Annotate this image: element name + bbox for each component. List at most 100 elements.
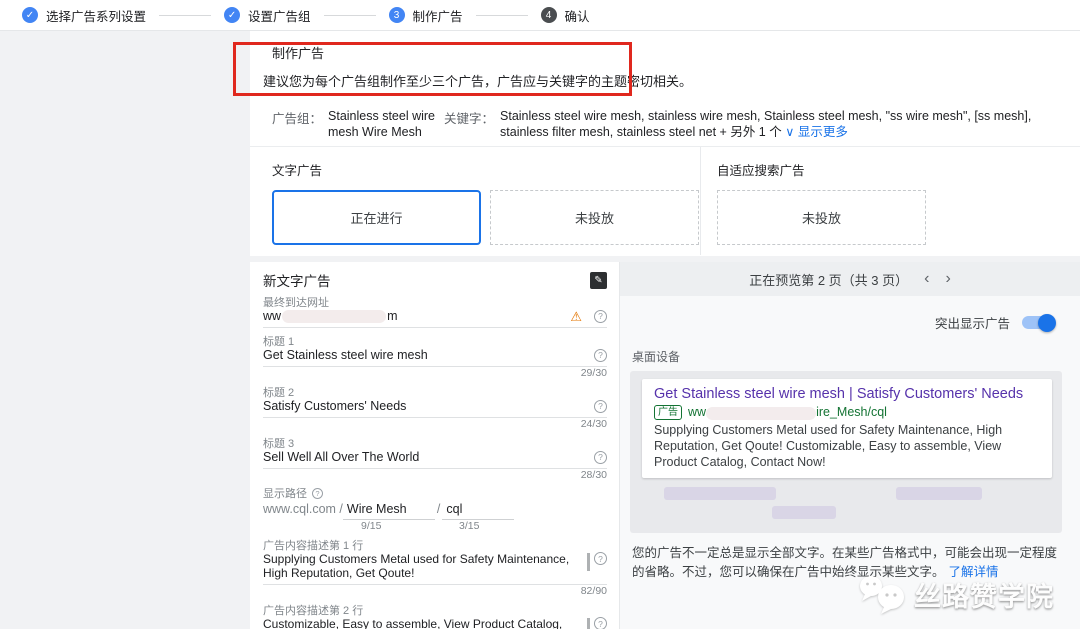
headline1-field[interactable]: Get Stainless steel wire mesh ? [263,346,607,368]
display-path-label: 显示路径 [263,488,307,501]
headline3-field[interactable]: Sell Well All Over The World ? [263,448,607,470]
step-done-check-icon: ✓ [224,7,241,23]
preview-body: 突出显示广告 桌面设备 Get Stainless steel wire mes… [620,296,1080,629]
scrollbar-thumb[interactable] [587,618,590,629]
text-ad-form: 新文字广告 ✎ 最终到达网址 ww m ⚠ ? 标题 1 Get Stainles… [250,262,620,629]
adgroup-keywords-row: 广告组： Stainless steel wire mesh Wire Mesh… [250,100,1080,147]
serp-placeholder-row [642,487,1052,500]
path2-input[interactable]: cql [442,502,515,521]
redaction-blur [664,487,776,500]
path1-input[interactable]: Wire Mesh [342,502,435,521]
headline3-value: Sell Well All Over The World [263,450,420,465]
main-content: 制作广告 建议您为每个广告组制作至少三个广告，广告应与关键字的主题密切相关。 广… [233,31,1080,629]
stepper-bar: ✓ 选择广告系列设置 ✓ 设置广告组 3 制作广告 4 确认 [0,0,1080,31]
ad-preview-panel: 正在预览第 2 页（共 3 页） ‹ › 突出显示广告 桌面设备 Get Sta… [620,262,1080,629]
watermark-text: 丝路赞学院 [914,581,1054,612]
scrollbar-thumb[interactable] [587,553,590,572]
help-icon[interactable]: ? [594,552,607,566]
serp-preview-container: Get Stainless steel wire mesh | Satisfy … [630,371,1062,533]
headline1-counter: 29/30 [580,367,607,380]
redaction-blur [706,406,817,420]
redaction-blur [896,487,982,500]
final-url-field[interactable]: ww m ⚠ ? [263,307,607,329]
step-label: 确认 [564,9,590,24]
keywords-summary: 关键字： Stainless steel wire mesh, stainles… [444,108,1074,146]
help-icon[interactable]: ? [312,487,323,499]
ad-preview-url: ww ire_Mesh/cql [688,405,887,420]
create-ads-header: 制作广告 建议您为每个广告组制作至少三个广告，广告应与关键字的主题密切相关。 [233,31,1080,100]
headline1-value: Get Stainless steel wire mesh [263,348,428,363]
step-create-ads[interactable]: 3 制作广告 [388,6,463,25]
chat-bubbles-icon [860,576,904,614]
headline3-label: 标题 3 [263,438,295,451]
redaction-blur [772,506,836,519]
adgroup-value: Stainless steel wire mesh Wire Mesh [328,109,436,139]
edit-icon[interactable]: ✎ [590,271,607,289]
page-description: 建议您为每个广告组制作至少三个广告，广告应与关键字的主题密切相关。 [263,74,693,89]
form-title: 新文字广告 [263,274,331,289]
responsive-ads-label: 自适应搜索广告 [717,164,805,178]
headline3-counter: 28/30 [580,469,607,482]
final-url-label: 最终到达网址 [263,297,329,309]
display-path-fields: www.cql.com / Wire Mesh / cql [263,500,607,521]
chevron-down-icon: ∨ [785,125,795,139]
step-label: 制作广告 [412,9,463,24]
stepper-connector [323,14,376,16]
help-icon[interactable]: ? [594,348,607,362]
ad-preview-card: Get Stainless steel wire mesh | Satisfy … [642,379,1052,478]
final-url-value: ww m [263,309,398,324]
prev-page-icon[interactable]: ‹ [924,271,929,287]
warning-icon[interactable]: ⚠ [570,310,582,323]
description2-label: 广告内容描述第 2 行 [263,605,364,618]
keywords-label: 关键字： [444,112,495,126]
headline1-label: 标题 1 [263,336,295,349]
description1-counter: 82/90 [580,585,607,598]
left-sidebar [0,31,250,629]
responsive-ad-card-empty[interactable]: 未投放 [717,190,926,245]
toggle-knob [1038,313,1056,332]
preview-pagination-bar: 正在预览第 2 页（共 3 页） ‹ › [620,262,1080,296]
headline2-value: Satisfy Customers' Needs [263,399,407,414]
step-campaign-settings[interactable]: ✓ 选择广告系列设置 [22,6,146,25]
adgroup-label: 广告组： [272,112,323,126]
preview-pagination-text: 正在预览第 2 页（共 3 页） [749,272,909,288]
path-separator: / [436,502,441,517]
description1-value: Supplying Customers Metal used for Safet… [263,552,570,581]
step-ad-group[interactable]: ✓ 设置广告组 [224,6,311,25]
step-number-icon: 4 [540,7,557,23]
text-ad-card-empty[interactable]: 未投放 [490,190,699,245]
description2-field[interactable]: Customizable, Easy to assemble, View Pro… [263,615,607,629]
watermark: 丝路赞学院 [856,573,1054,615]
step-confirm[interactable]: 4 确认 [540,6,590,25]
path-counters: 9/15 3/15 [263,520,607,532]
help-icon[interactable]: ? [594,617,607,629]
next-page-icon[interactable]: › [945,271,950,287]
stepper-connector [159,14,212,16]
device-label: 桌面设备 [632,350,681,364]
show-more-link[interactable]: 显示更多 [798,125,848,139]
highlight-ads-label: 突出显示广告 [934,317,1010,331]
path-base-url: www.cql.com / [263,502,343,517]
headline2-label: 标题 2 [263,387,295,400]
help-icon[interactable]: ? [594,399,607,413]
description2-value: Customizable, Easy to assemble, View Pro… [263,617,563,629]
stepper-connector [475,14,528,16]
redaction-blur [282,310,387,324]
adgroup-summary: 广告组： Stainless steel wire mesh Wire Mesh [272,108,444,146]
ad-preview-title[interactable]: Get Stainless steel wire mesh | Satisfy … [654,385,1042,404]
responsive-ads-section: 自适应搜索广告 未投放 [701,147,1080,255]
description1-field[interactable]: Supplying Customers Metal used for Safet… [263,550,607,586]
help-icon[interactable]: ? [594,450,607,464]
help-icon[interactable]: ? [594,309,607,323]
headline2-field[interactable]: Satisfy Customers' Needs ? [263,397,607,419]
highlight-ads-toggle[interactable] [1022,313,1056,332]
ad-preview-description: Supplying Customers Metal used for Safet… [654,423,1003,469]
text-ads-label: 文字广告 [272,164,323,178]
text-ad-card-active[interactable]: 正在进行 [272,190,481,245]
google-ads-wizard-screen: ✓ 选择广告系列设置 ✓ 设置广告组 3 制作广告 4 确认 制作广告 建议您为… [0,0,1080,629]
headline2-counter: 24/30 [580,418,607,431]
ad-badge: 广告 [654,405,682,420]
keywords-value: Stainless steel wire mesh, stainless wir… [500,109,1032,139]
description1-label: 广告内容描述第 1 行 [263,540,364,553]
step-label: 选择广告系列设置 [46,9,147,24]
